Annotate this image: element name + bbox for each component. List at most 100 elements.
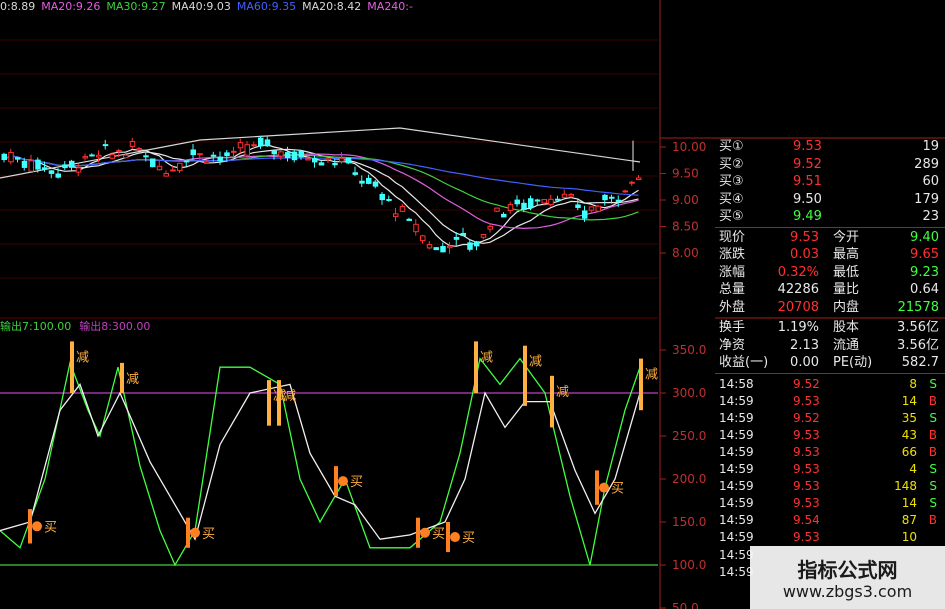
quote-stat-label: 涨幅 — [719, 264, 746, 280]
finance-label: 股本 — [833, 320, 860, 335]
candle-body — [413, 223, 419, 233]
buy-signal-label: 买 — [202, 527, 215, 542]
candle-body — [318, 162, 325, 166]
candle-body — [474, 241, 480, 247]
watermark-logo: 指标公式网 www.zbgs3.com — [750, 546, 945, 609]
buy-signal-dot — [32, 521, 42, 532]
sell-signal-label: 减 — [529, 355, 542, 370]
candle-body — [177, 162, 183, 172]
quote-stat-label: 量比 — [833, 282, 860, 297]
candle-body — [447, 245, 453, 249]
bid-level-volume: 179 — [914, 191, 939, 207]
tick-side: S — [929, 376, 937, 391]
tick-volume: 87 — [901, 513, 917, 528]
tick-time: 14:59 — [719, 530, 754, 545]
bid-level-volume: 289 — [914, 156, 939, 172]
finance-value: 2.13 — [790, 337, 819, 353]
moving-average-lines — [0, 127, 641, 247]
quote-stat-value: 9.53 — [790, 229, 819, 245]
candle-body — [237, 142, 244, 149]
candle-body — [150, 158, 156, 168]
quote-stat-value: 0.32% — [777, 264, 819, 280]
candle-body — [143, 155, 149, 158]
tick-time: 14:59 — [719, 462, 754, 476]
tick-row: 14:59 9.52 35 S — [715, 410, 943, 427]
candle-body — [35, 159, 41, 170]
candle-body — [8, 151, 14, 163]
tick-side: S — [929, 410, 937, 425]
candle-body — [15, 157, 21, 160]
finance-label: PE(动) — [833, 355, 873, 370]
candle-body — [433, 247, 439, 251]
quote-stat-value: 20708 — [777, 299, 819, 315]
tick-row: 14:58 9.52 8 S — [715, 376, 943, 393]
candle-body — [251, 144, 257, 147]
indicator-axis-label: 350.0 — [672, 343, 706, 357]
indicator-axis-label: 200.0 — [672, 472, 706, 486]
indicator-axis-label: 300.0 — [672, 386, 706, 400]
price-axis-label: 10.00 — [672, 140, 706, 154]
tick-row: 14:59 9.53 4 S — [715, 461, 943, 478]
tick-row: 14:59 9.53 10 — [715, 529, 943, 546]
tick-price: 9.53 — [793, 427, 820, 442]
finance-value: 0.00 — [790, 355, 819, 370]
candle-body — [548, 198, 554, 206]
candle-body — [271, 150, 277, 155]
candle-body — [156, 165, 163, 171]
candle-body — [190, 149, 196, 156]
tick-volume: 14 — [901, 496, 917, 511]
candle-body — [534, 199, 541, 202]
tick-row: 14:59 9.54 87 B — [715, 512, 943, 529]
tick-volume: 14 — [901, 393, 917, 408]
indicator-slow-line — [0, 383, 641, 541]
candle-body — [622, 190, 628, 193]
tick-volume: 43 — [901, 427, 917, 442]
price-axis-label: 8.50 — [672, 220, 699, 234]
ma-legend-item: MA240:- — [367, 0, 413, 13]
tick-row: 14:59 9.53 148 S — [715, 478, 943, 495]
tick-side: B — [928, 444, 937, 459]
tick-time: 14:59 — [719, 564, 754, 579]
quote-stat-row: 总量 42286 量比 0.64 — [715, 281, 943, 298]
candle-body — [96, 154, 102, 158]
candle-body — [298, 150, 304, 158]
candle-body — [217, 156, 223, 162]
bid-level-row: 买④ 9.50 179 — [715, 191, 943, 208]
tick-row: 14:59 9.53 14 S — [715, 495, 943, 512]
bid-level-row: 买③ 9.51 60 — [715, 173, 943, 190]
ma-legend-item: 0:8.89 — [0, 0, 36, 13]
candle-body — [224, 152, 230, 157]
candle-body — [170, 169, 176, 172]
candle-body — [494, 207, 500, 212]
candle-body — [62, 164, 68, 169]
tick-row: 14:59 9.53 14 B — [715, 393, 943, 410]
finance-label: 换手 — [719, 320, 746, 335]
buy-signal-bar — [595, 470, 599, 505]
indicator-axis-label: 100.0 — [672, 558, 706, 572]
tick-time: 14:59 — [719, 513, 754, 528]
tick-price: 9.53 — [793, 479, 820, 494]
indicator-legend: 输出7:100.00 输出8:300.00 — [0, 318, 158, 334]
candle-body — [629, 181, 635, 184]
ma-legend-item: MA20:9.26 — [41, 0, 101, 13]
ma-line — [3, 144, 639, 247]
quote-stat-label: 最高 — [833, 247, 860, 262]
buy-signal-label: 买 — [611, 482, 624, 497]
candle-body — [352, 172, 358, 175]
tick-row: 14:59 9.53 43 B — [715, 427, 943, 444]
candle-body — [379, 193, 385, 201]
quote-stat-value: 0.64 — [910, 282, 939, 297]
indicator-lines — [0, 357, 641, 567]
candlesticks[interactable] — [1, 135, 642, 254]
tick-volume: 8 — [909, 376, 917, 391]
indicator-axis-label: 50.0 — [672, 601, 699, 609]
candle-body — [636, 177, 642, 181]
candle-body — [399, 206, 406, 212]
candle-body — [541, 198, 547, 204]
finance-value: 1.19% — [777, 320, 819, 335]
candle-body — [555, 198, 561, 201]
indicator-axis-label: 250.0 — [672, 429, 706, 443]
candle-body — [366, 177, 372, 184]
buy-signal-label: 买 — [44, 520, 57, 535]
tick-volume: 4 — [909, 462, 917, 476]
